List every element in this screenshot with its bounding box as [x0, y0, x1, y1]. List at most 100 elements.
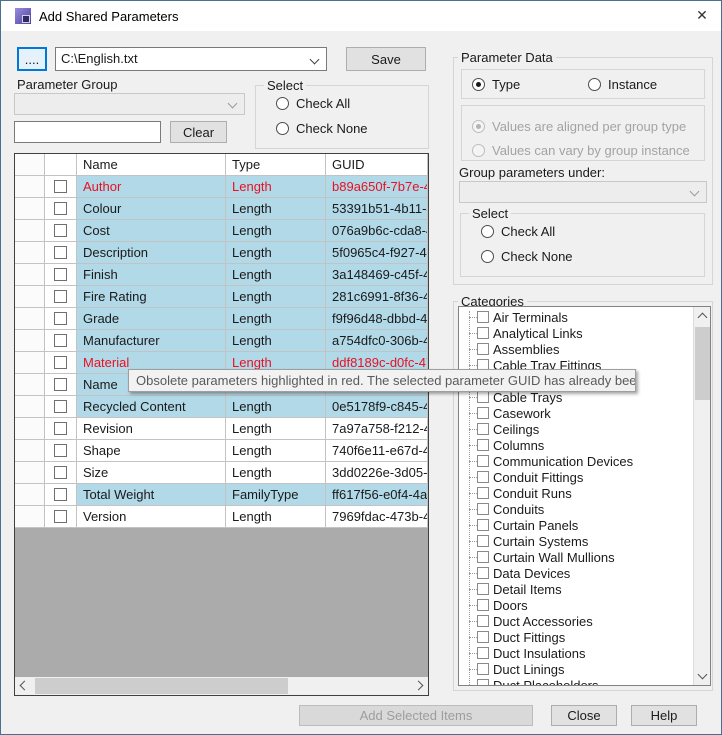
row-header-cell[interactable]: [15, 352, 45, 374]
row-checkbox[interactable]: [54, 466, 67, 479]
radio-icon[interactable]: [588, 77, 601, 91]
cell-guid[interactable]: ff617f56-e0f4-4a07-a: [326, 484, 428, 506]
row-header-cell[interactable]: [15, 330, 45, 352]
cell-guid[interactable]: 7969fdac-473b-4e59: [326, 506, 428, 528]
radio-option[interactable]: Check All: [276, 95, 438, 111]
row-checkbox[interactable]: [54, 268, 67, 281]
cell-guid[interactable]: 281c6991-8f36-4f34-: [326, 286, 428, 308]
cell-name[interactable]: Shape: [77, 440, 226, 462]
cell-type[interactable]: Length: [226, 220, 326, 242]
cell-name[interactable]: Grade: [77, 308, 226, 330]
category-checkbox[interactable]: [477, 631, 489, 643]
table-row[interactable]: Size Length 3dd0226e-3d05-402a: [15, 462, 428, 484]
horizontal-scrollbar[interactable]: [15, 677, 428, 695]
table-row[interactable]: Manufacturer Length a754dfc0-306b-4f5f-b: [15, 330, 428, 352]
row-checkbox[interactable]: [54, 312, 67, 325]
category-checkbox[interactable]: [477, 519, 489, 531]
category-item[interactable]: Air Terminals: [459, 309, 693, 325]
help-button[interactable]: Help: [631, 705, 697, 726]
row-checkbox[interactable]: [54, 378, 67, 391]
category-checkbox[interactable]: [477, 599, 489, 611]
browse-button[interactable]: ....: [17, 47, 47, 71]
close-icon[interactable]: ✕: [691, 7, 713, 25]
category-item[interactable]: Communication Devices: [459, 453, 693, 469]
scrollbar-thumb[interactable]: [35, 678, 288, 694]
cell-name[interactable]: Colour: [77, 198, 226, 220]
category-checkbox[interactable]: [477, 583, 489, 595]
category-checkbox[interactable]: [477, 615, 489, 627]
cell-name[interactable]: Fire Rating: [77, 286, 226, 308]
category-checkbox[interactable]: [477, 311, 489, 323]
row-header-cell[interactable]: [15, 484, 45, 506]
category-checkbox[interactable]: [477, 647, 489, 659]
row-header-cell[interactable]: [15, 506, 45, 528]
cell-type[interactable]: FamilyType: [226, 484, 326, 506]
category-checkbox[interactable]: [477, 551, 489, 563]
category-checkbox[interactable]: [477, 407, 489, 419]
row-checkbox[interactable]: [54, 334, 67, 347]
category-item[interactable]: Curtain Wall Mullions: [459, 549, 693, 565]
parameter-group-dropdown[interactable]: [14, 93, 245, 115]
category-checkbox[interactable]: [477, 343, 489, 355]
category-item[interactable]: Casework: [459, 405, 693, 421]
radio-icon[interactable]: [472, 77, 485, 91]
radio-icon[interactable]: [276, 96, 289, 110]
radio-icon[interactable]: [481, 249, 494, 263]
row-checkbox[interactable]: [54, 290, 67, 303]
cell-guid[interactable]: 740f6e11-e67d-4ae7: [326, 440, 428, 462]
radio-option[interactable]: Instance: [588, 77, 704, 92]
scroll-left-icon[interactable]: [19, 680, 30, 691]
row-header-cell[interactable]: [15, 198, 45, 220]
filter-input[interactable]: [14, 121, 161, 143]
cell-name[interactable]: Size: [77, 462, 226, 484]
column-header-guid[interactable]: GUID: [326, 154, 428, 176]
table-row[interactable]: Version Length 7969fdac-473b-4e59: [15, 506, 428, 528]
category-item[interactable]: Ceilings: [459, 421, 693, 437]
table-row[interactable]: Grade Length f9f96d48-dbbd-4424-: [15, 308, 428, 330]
cell-guid[interactable]: 076a9b6c-cda8-44ea: [326, 220, 428, 242]
row-header-cell[interactable]: [15, 242, 45, 264]
category-item[interactable]: Curtain Systems: [459, 533, 693, 549]
category-checkbox[interactable]: [477, 503, 489, 515]
cell-name[interactable]: Recycled Content: [77, 396, 226, 418]
scrollbar-thumb[interactable]: [695, 327, 710, 400]
row-header-cell[interactable]: [15, 176, 45, 198]
cell-guid[interactable]: 5f0965c4-f927-407e-: [326, 242, 428, 264]
table-row[interactable]: Colour Length 53391b51-4b11-4e8a: [15, 198, 428, 220]
scroll-right-icon[interactable]: [413, 680, 424, 691]
row-checkbox[interactable]: [54, 400, 67, 413]
category-item[interactable]: Conduit Fittings: [459, 469, 693, 485]
group-parameters-under-dropdown[interactable]: [459, 181, 707, 203]
category-item[interactable]: Assemblies: [459, 341, 693, 357]
radio-option[interactable]: Check None: [276, 120, 438, 136]
cell-guid[interactable]: b89a650f-7b7e-44ff-8: [326, 176, 428, 198]
cell-type[interactable]: Length: [226, 506, 326, 528]
table-row[interactable]: Cost Length 076a9b6c-cda8-44ea: [15, 220, 428, 242]
category-item[interactable]: Columns: [459, 437, 693, 453]
row-header-cell[interactable]: [15, 462, 45, 484]
cell-name[interactable]: Revision: [77, 418, 226, 440]
cell-type[interactable]: Length: [226, 396, 326, 418]
cell-type[interactable]: Length: [226, 308, 326, 330]
category-checkbox[interactable]: [477, 487, 489, 499]
category-item[interactable]: Duct Accessories: [459, 613, 693, 629]
category-checkbox[interactable]: [477, 535, 489, 547]
radio-icon[interactable]: [276, 121, 289, 135]
table-row[interactable]: Author Length b89a650f-7b7e-44ff-8: [15, 176, 428, 198]
row-checkbox[interactable]: [54, 444, 67, 457]
scroll-up-icon[interactable]: [697, 312, 708, 323]
radio-icon[interactable]: [481, 224, 494, 238]
cell-guid[interactable]: 53391b51-4b11-4e8a: [326, 198, 428, 220]
table-row[interactable]: Recycled Content Length 0e5178f9-c845-4f…: [15, 396, 428, 418]
table-row[interactable]: Total Weight FamilyType ff617f56-e0f4-4a…: [15, 484, 428, 506]
table-row[interactable]: Shape Length 740f6e11-e67d-4ae7: [15, 440, 428, 462]
category-checkbox[interactable]: [477, 679, 489, 685]
cell-type[interactable]: Length: [226, 286, 326, 308]
category-item[interactable]: Duct Placeholders: [459, 677, 693, 685]
cell-name[interactable]: Manufacturer: [77, 330, 226, 352]
clear-button[interactable]: Clear: [170, 121, 227, 143]
radio-option[interactable]: Type: [472, 77, 588, 92]
category-item[interactable]: Doors: [459, 597, 693, 613]
radio-option[interactable]: Check All: [481, 223, 714, 239]
row-checkbox[interactable]: [54, 224, 67, 237]
